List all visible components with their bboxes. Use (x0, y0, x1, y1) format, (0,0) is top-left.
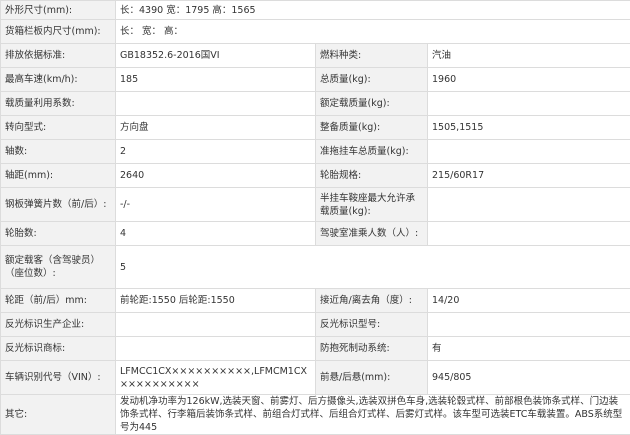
table-row: 轴距(mm): 2640 轮胎规格: 215/60R17 (1, 164, 630, 188)
table-row: 载质量利用系数: 额定载质量(kg): (1, 92, 630, 116)
row-value-2 (428, 313, 630, 337)
table-row: 反光标识商标: 防抱死制动系统: 有 (1, 337, 630, 361)
row-value: GB18352.6-2016国VI (116, 44, 316, 68)
row-label: 额定载客（含驾驶员）（座位数）: (1, 246, 116, 289)
row-label: 轴距(mm): (1, 164, 116, 188)
row-label-2: 反光标识型号: (316, 313, 428, 337)
row-label: 排放依据标准: (1, 44, 116, 68)
row-value-2: 215/60R17 (428, 164, 630, 188)
table-row: 额定载客（含驾驶员）（座位数）: 5 (1, 246, 630, 289)
row-label: 外形尺寸(mm): (1, 1, 116, 20)
table-row: 反光标识生产企业: 反光标识型号: (1, 313, 630, 337)
row-label-2: 防抱死制动系统: (316, 337, 428, 361)
row-label: 轮距（前/后）mm: (1, 289, 116, 313)
row-label-2: 燃料种类: (316, 44, 428, 68)
row-value: LFMCC1CX××××××××××,LFMCM1CX×××××××××× (116, 361, 316, 395)
table-row: 排放依据标准: GB18352.6-2016国VI 燃料种类: 汽油 (1, 44, 630, 68)
row-value: 4 (116, 222, 316, 246)
row-value-2 (428, 188, 630, 222)
row-value: 5 (116, 246, 630, 289)
table-row: 轮距（前/后）mm: 前轮距:1550 后轮距:1550 接近角/离去角（度）:… (1, 289, 630, 313)
row-value: -/- (116, 188, 316, 222)
row-label: 反光标识生产企业: (1, 313, 116, 337)
table-row: 转向型式: 方向盘 整备质量(kg): 1505,1515 (1, 116, 630, 140)
row-value (116, 313, 316, 337)
row-value-2 (428, 92, 630, 116)
row-value: 长： 宽： 高： (116, 20, 630, 44)
row-label: 反光标识商标: (1, 337, 116, 361)
row-label: 最高车速(km/h): (1, 68, 116, 92)
row-value: 185 (116, 68, 316, 92)
row-value-2: 有 (428, 337, 630, 361)
table-row: 货箱栏板内尺寸(mm): 长： 宽： 高： (1, 20, 630, 44)
table-row: 其它: 发动机净功率为126kW,选装天窗、前雾灯、后方摄像头,选装双拼色车身,… (1, 395, 630, 435)
table-row: 最高车速(km/h): 185 总质量(kg): 1960 (1, 68, 630, 92)
table-row: 车辆识别代号（VIN）: LFMCC1CX××××××××××,LFMCM1CX… (1, 361, 630, 395)
row-value: 长：4390 宽：1795 高：1565 (116, 1, 630, 20)
row-label: 轴数: (1, 140, 116, 164)
table-row: 钢板弹簧片数（前/后）: -/- 半挂车鞍座最大允许承载质量(kg): (1, 188, 630, 222)
row-label: 转向型式: (1, 116, 116, 140)
row-value-2: 汽油 (428, 44, 630, 68)
row-value-2: 14/20 (428, 289, 630, 313)
row-label-2: 整备质量(kg): (316, 116, 428, 140)
row-value-2: 945/805 (428, 361, 630, 395)
row-label-2: 接近角/离去角（度）: (316, 289, 428, 313)
row-value-2 (428, 140, 630, 164)
row-label-2: 半挂车鞍座最大允许承载质量(kg): (316, 188, 428, 222)
row-label: 钢板弹簧片数（前/后）: (1, 188, 116, 222)
spec-table: 外形尺寸(mm): 长：4390 宽：1795 高：1565 货箱栏板内尺寸(m… (0, 0, 630, 435)
row-label-2: 轮胎规格: (316, 164, 428, 188)
table-row: 轴数: 2 准拖挂车总质量(kg): (1, 140, 630, 164)
row-value: 2640 (116, 164, 316, 188)
table-row: 轮胎数: 4 驾驶室准乘人数（人）: (1, 222, 630, 246)
row-label-2: 总质量(kg): (316, 68, 428, 92)
row-value: 前轮距:1550 后轮距:1550 (116, 289, 316, 313)
row-value: 2 (116, 140, 316, 164)
row-value: 方向盘 (116, 116, 316, 140)
row-label: 货箱栏板内尺寸(mm): (1, 20, 116, 44)
row-label-2: 准拖挂车总质量(kg): (316, 140, 428, 164)
table-row: 外形尺寸(mm): 长：4390 宽：1795 高：1565 (1, 1, 630, 20)
row-label-2: 驾驶室准乘人数（人）: (316, 222, 428, 246)
row-label-2: 额定载质量(kg): (316, 92, 428, 116)
row-value-2 (428, 222, 630, 246)
row-label: 轮胎数: (1, 222, 116, 246)
row-value-2: 1960 (428, 68, 630, 92)
row-value-2: 1505,1515 (428, 116, 630, 140)
row-label: 车辆识别代号（VIN）: (1, 361, 116, 395)
row-value (116, 337, 316, 361)
row-value (116, 92, 316, 116)
row-value: 发动机净功率为126kW,选装天窗、前雾灯、后方摄像头,选装双拼色车身,选装轮毂… (116, 395, 630, 435)
row-label: 其它: (1, 395, 116, 435)
row-label: 载质量利用系数: (1, 92, 116, 116)
row-label-2: 前悬/后悬(mm): (316, 361, 428, 395)
